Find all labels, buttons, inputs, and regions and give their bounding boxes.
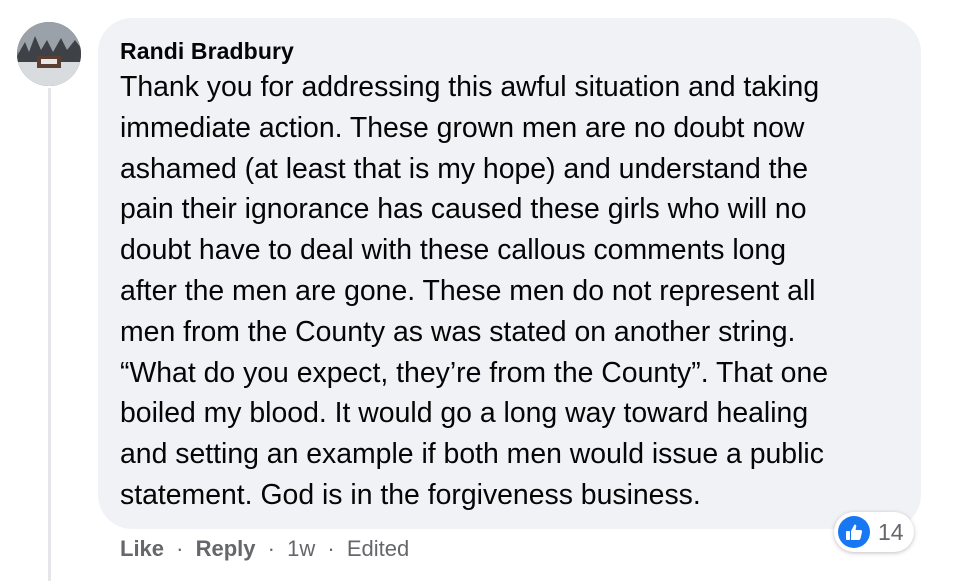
like-button[interactable]: Like (120, 536, 164, 561)
comment-text-line: boiled my blood. It would go a long way … (120, 397, 809, 430)
reaction-summary[interactable]: 14 (834, 512, 914, 552)
comment-text-line: after the men are gone. These men do not… (120, 274, 816, 307)
comment-text-line: “What do you expect, they’re from the Co… (120, 356, 829, 389)
separator-dot: · (327, 536, 335, 561)
comment-author[interactable]: Randi Bradbury (120, 38, 294, 65)
comment-text: Thank you for addressing this awful situ… (120, 67, 910, 516)
comment-text-line: immediate action. These grown men are no… (120, 111, 805, 144)
comment-text-line: Thank you for addressing this awful situ… (120, 71, 820, 103)
comment-text-line: doubt have to deal with these callous co… (120, 234, 787, 267)
comment-text-line: pain their ignorance has caused these gi… (120, 193, 807, 226)
like-thumb-icon (838, 516, 870, 548)
separator-dot: · (176, 536, 184, 561)
comment-timestamp[interactable]: 1w (287, 536, 315, 561)
reply-button[interactable]: Reply (196, 536, 256, 561)
comment-text-line: ashamed (at least that is my hope) and u… (120, 152, 809, 185)
comment-actions: Like · Reply · 1w · Edited (120, 536, 409, 562)
avatar-photo (17, 22, 81, 86)
reaction-count: 14 (878, 518, 904, 545)
avatar[interactable] (17, 22, 81, 86)
edited-label[interactable]: Edited (347, 536, 409, 561)
thread-line (48, 88, 51, 581)
comment-text-line: statement. God is in the forgiveness bus… (120, 478, 701, 511)
comment-text-line: and setting an example if both men would… (120, 438, 824, 471)
comment-text-line: men from the County as was stated on ano… (120, 315, 796, 348)
separator-dot: · (267, 536, 275, 561)
